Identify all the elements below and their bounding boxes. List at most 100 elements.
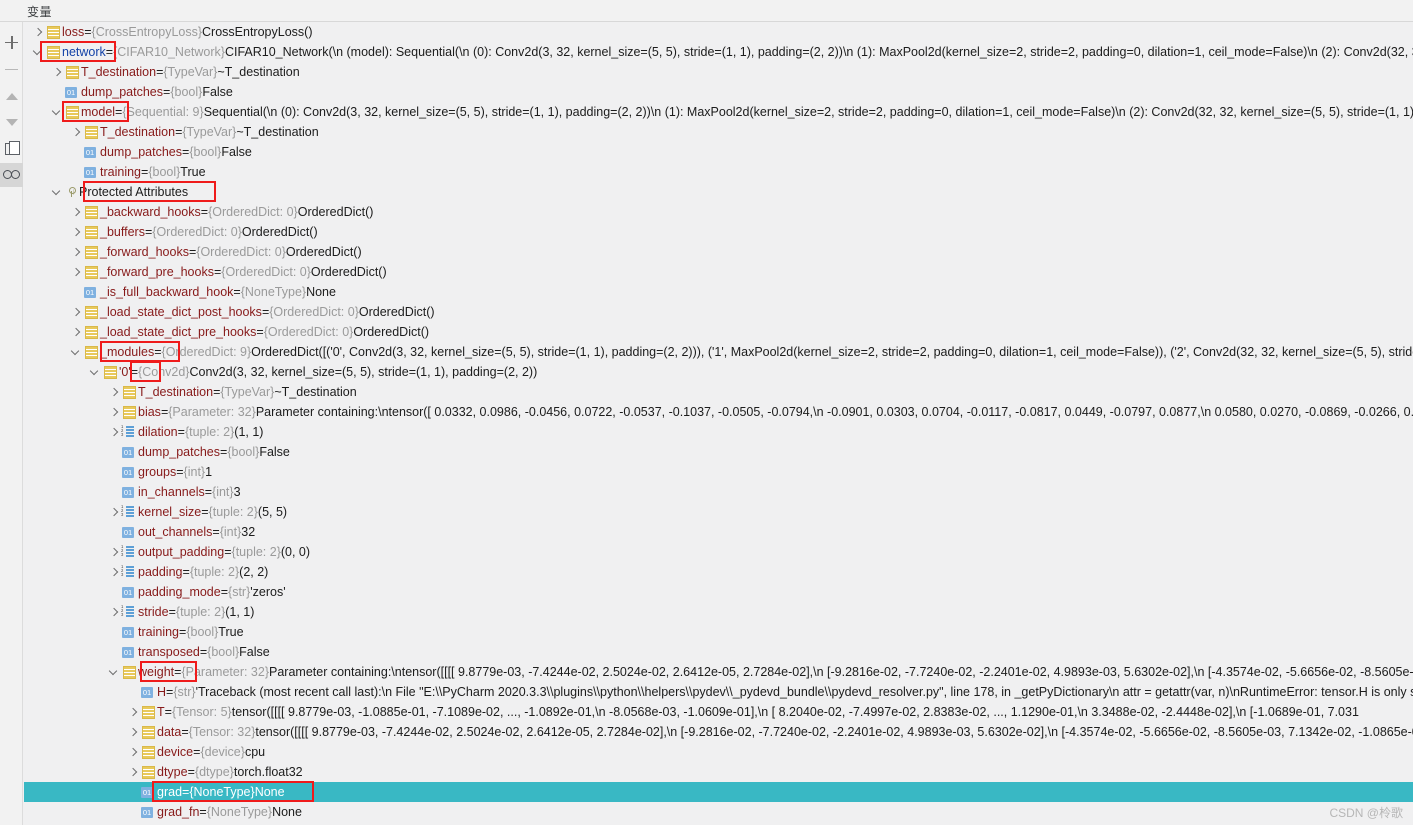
equals-sign: = <box>204 485 213 499</box>
primitive-icon <box>140 682 155 702</box>
tree-row[interactable]: '0' = {Conv2d} Conv2d(3, 32, kernel_size… <box>24 362 1413 382</box>
tree-row[interactable]: _load_state_dict_post_hooks = {OrderedDi… <box>24 302 1413 322</box>
tree-row[interactable]: stride = {tuple: 2} (1, 1) <box>24 602 1413 622</box>
tree-row[interactable]: transposed = {bool} False <box>24 642 1413 662</box>
chevron-right-icon[interactable] <box>32 22 45 42</box>
tree-row[interactable]: kernel_size = {tuple: 2} (5, 5) <box>24 502 1413 522</box>
tree-row[interactable]: network = {CIFAR10_Network} CIFAR10_Netw… <box>24 42 1413 62</box>
variable-type: {OrderedDict: 0} <box>263 325 354 339</box>
chevron-right-icon[interactable] <box>108 402 121 422</box>
tree-row[interactable]: _load_state_dict_pre_hooks = {OrderedDic… <box>24 322 1413 342</box>
tree-row[interactable]: H = {str} 'Traceback (most recent call l… <box>24 682 1413 702</box>
chevron-right-icon[interactable] <box>70 122 83 142</box>
tree-row[interactable]: _forward_hooks = {OrderedDict: 0} Ordere… <box>24 242 1413 262</box>
tree-row[interactable]: dump_patches = {bool} False <box>24 442 1413 462</box>
tree-row[interactable]: _modules = {OrderedDict: 9} OrderedDict(… <box>24 342 1413 362</box>
chevron-right-icon[interactable] <box>108 602 121 622</box>
tree-row[interactable]: training = {bool} True <box>24 162 1413 182</box>
inline-watches-button[interactable] <box>0 163 23 187</box>
tree-row[interactable]: training = {bool} True <box>24 622 1413 642</box>
variable-type: {str} <box>173 685 196 699</box>
tree-row[interactable]: _is_full_backward_hook = {NoneType} None <box>24 282 1413 302</box>
chevron-right-icon[interactable] <box>108 562 121 582</box>
tree-row[interactable]: model = {Sequential: 9} Sequential(\n (0… <box>24 102 1413 122</box>
chevron-down-icon[interactable] <box>108 662 121 682</box>
chevron-down-icon[interactable] <box>32 42 45 62</box>
chevron-right-icon[interactable] <box>127 722 140 742</box>
tree-row[interactable]: out_channels = {int} 32 <box>24 522 1413 542</box>
triangle-up-icon <box>5 92 18 100</box>
chevron-right-icon[interactable] <box>127 762 140 782</box>
variable-name: T_destination <box>100 125 176 139</box>
tree-row[interactable]: device = {device} cpu <box>24 742 1413 762</box>
equals-sign: = <box>200 205 209 219</box>
variable-type: {Conv2d} <box>138 365 190 379</box>
variable-value: Parameter containing:\ntensor([ 0.0332, … <box>255 405 1413 419</box>
tree-row[interactable]: grad = {NoneType} None <box>24 782 1413 802</box>
chevron-right-icon[interactable] <box>108 502 121 522</box>
tree-row[interactable]: grad_fn = {NoneType} None <box>24 802 1413 822</box>
chevron-right-icon[interactable] <box>127 742 140 762</box>
variable-value: None <box>254 785 285 799</box>
tree-row[interactable]: loss = {CrossEntropyLoss} CrossEntropyLo… <box>24 22 1413 42</box>
tree-row[interactable]: output_padding = {tuple: 2} (0, 0) <box>24 542 1413 562</box>
variable-value: False <box>259 445 290 459</box>
variable-value: Sequential(\n (0): Conv2d(3, 32, kernel_… <box>203 105 1413 119</box>
chevron-right-icon[interactable] <box>70 302 83 322</box>
chevron-right-icon[interactable] <box>70 202 83 222</box>
collection-icon <box>102 362 117 382</box>
move-up-button[interactable] <box>0 84 23 108</box>
chevron-right-icon[interactable] <box>108 422 121 442</box>
tree-row[interactable]: _forward_pre_hooks = {OrderedDict: 0} Or… <box>24 262 1413 282</box>
tree-row[interactable]: bias = {Parameter: 32} Parameter contain… <box>24 402 1413 422</box>
tree-row[interactable]: Protected Attributes <box>24 182 1413 202</box>
chevron-down-icon[interactable] <box>51 102 64 122</box>
tree-row[interactable]: dump_patches = {bool} False <box>24 142 1413 162</box>
chevron-right-icon[interactable] <box>70 222 83 242</box>
tree-row[interactable]: weight = {Parameter: 32} Parameter conta… <box>24 662 1413 682</box>
tab-variables[interactable]: 变量 <box>27 3 52 20</box>
tree-row[interactable]: _backward_hooks = {OrderedDict: 0} Order… <box>24 202 1413 222</box>
chevron-down-icon[interactable] <box>51 182 64 202</box>
equals-sign: = <box>160 405 169 419</box>
chevron-right-icon[interactable] <box>70 242 83 262</box>
chevron-right-icon[interactable] <box>127 702 140 722</box>
chevron-right-icon[interactable] <box>70 262 83 282</box>
tree-row[interactable]: T_destination = {TypeVar} ~T_destination <box>24 122 1413 142</box>
chevron-right-icon[interactable] <box>108 542 121 562</box>
chevron-down-icon[interactable] <box>70 342 83 362</box>
chevron-right-icon[interactable] <box>108 382 121 402</box>
tree-row[interactable]: dilation = {tuple: 2} (1, 1) <box>24 422 1413 442</box>
tree-row[interactable]: data = {Tensor: 32} tensor([[[[ 9.8779e-… <box>24 722 1413 742</box>
primitive-icon <box>83 162 98 182</box>
chevron-right-icon[interactable] <box>51 62 64 82</box>
equals-sign: = <box>220 585 229 599</box>
move-down-button[interactable] <box>0 110 23 134</box>
tree-row[interactable]: T_destination = {TypeVar} ~T_destination <box>24 382 1413 402</box>
copy-value-button[interactable] <box>0 136 23 160</box>
tree-row[interactable]: dump_patches = {bool} False <box>24 82 1413 102</box>
tree-row[interactable]: T_destination = {TypeVar} ~T_destination <box>24 62 1413 82</box>
variable-name: model <box>81 105 116 119</box>
chevron-right-icon[interactable] <box>70 322 83 342</box>
tree-row[interactable]: padding = {tuple: 2} (2, 2) <box>24 562 1413 582</box>
tree-row[interactable]: in_channels = {int} 3 <box>24 482 1413 502</box>
variable-name: network <box>62 45 106 59</box>
add-watch-button[interactable] <box>0 30 23 54</box>
tree-row[interactable]: _buffers = {OrderedDict: 0} OrderedDict(… <box>24 222 1413 242</box>
chevron-down-icon[interactable] <box>89 362 102 382</box>
equals-sign: = <box>164 705 172 719</box>
primitive-icon <box>121 522 136 542</box>
variables-tree[interactable]: loss = {CrossEntropyLoss} CrossEntropyLo… <box>24 22 1413 825</box>
tree-row[interactable]: groups = {int} 1 <box>24 462 1413 482</box>
tree-row[interactable]: T = {Tensor: 5} tensor([[[[ 9.8779e-03, … <box>24 702 1413 722</box>
tree-row[interactable]: padding_mode = {str} 'zeros' <box>24 582 1413 602</box>
primitive-icon <box>140 782 155 802</box>
tree-row[interactable]: dtype = {dtype} torch.float32 <box>24 762 1413 782</box>
remove-watch-button[interactable] <box>0 57 23 81</box>
equals-sign: = <box>188 245 197 259</box>
variable-name: '0' <box>119 365 131 379</box>
variable-type: {Tensor: 32} <box>188 725 256 739</box>
